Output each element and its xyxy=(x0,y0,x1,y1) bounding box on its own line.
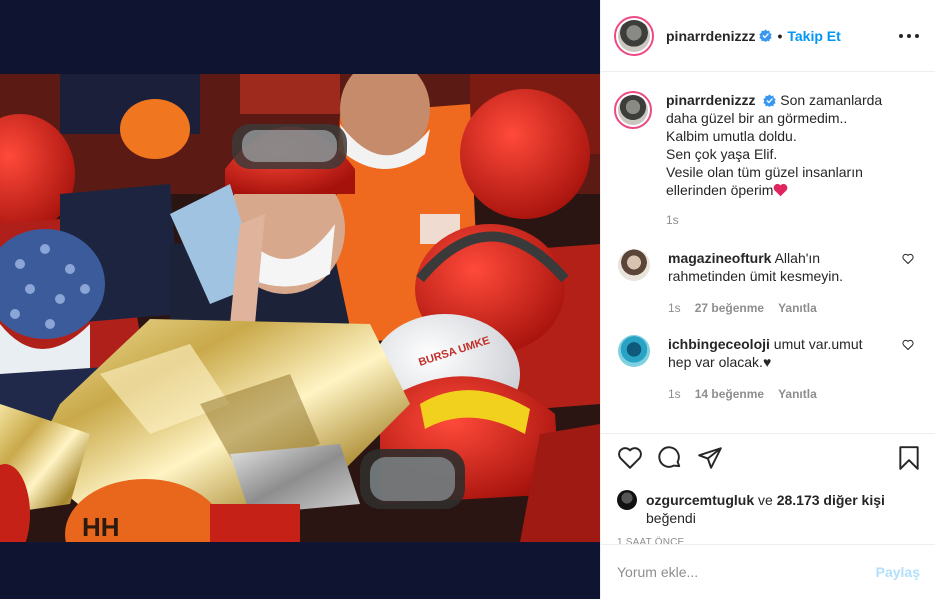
likes-others-link[interactable]: 28.173 diğer kişi xyxy=(777,492,885,508)
comment-time: 1s xyxy=(668,387,681,401)
post-media-panel: BURSA UMKE HH xyxy=(0,0,600,599)
caption-line: Sen çok yaşa Elif. xyxy=(666,146,778,162)
comment-likes-count[interactable]: 27 beğenme xyxy=(695,301,764,315)
heart-icon[interactable] xyxy=(617,445,643,471)
comment-input[interactable]: Yorum ekle... xyxy=(617,564,876,580)
post-caption: pinarrdenizzz Son zamanlarda daha güzel … xyxy=(614,91,920,229)
caption-line: Vesile olan tüm güzel insanların ellerin… xyxy=(666,164,863,198)
caption-line: Kalbim umutla doldu. xyxy=(666,128,797,144)
add-comment-bar: Yorum ekle... Paylaş xyxy=(601,544,935,599)
commenter-avatar[interactable] xyxy=(618,335,650,367)
post-comment-button[interactable]: Paylaş xyxy=(876,564,920,580)
share-icon[interactable] xyxy=(697,445,723,471)
save-icon[interactable] xyxy=(896,445,922,471)
author-username[interactable]: pinarrdenizzz xyxy=(666,28,755,44)
comment-icon[interactable] xyxy=(657,445,683,471)
caption-time: 1s xyxy=(666,213,679,227)
comment-reply-button[interactable]: Yanıtla xyxy=(778,301,817,315)
commenter-avatar[interactable] xyxy=(618,249,650,281)
separator-dot: • xyxy=(777,27,783,44)
liker-username[interactable]: ozgurcemtugluk xyxy=(646,492,754,508)
likes-suffix: beğendi xyxy=(646,510,696,526)
more-options-icon[interactable] xyxy=(899,33,919,38)
commenter-username[interactable]: magazineofturk xyxy=(668,250,771,266)
post-actions: ozgurcemtugluk ve 28.173 diğer kişi beğe… xyxy=(601,433,935,548)
comment-time: 1s xyxy=(668,301,681,315)
comment-reply-button[interactable]: Yanıtla xyxy=(778,387,817,401)
author-avatar[interactable] xyxy=(614,15,654,56)
comment-heart-icon[interactable] xyxy=(902,339,914,351)
likes-summary: ozgurcemtugluk ve 28.173 diğer kişi beğe… xyxy=(617,490,922,527)
likes-connector: ve xyxy=(758,492,773,508)
red-heart-emoji-icon xyxy=(774,183,788,197)
post-photo[interactable]: BURSA UMKE HH xyxy=(0,74,600,542)
comment-item: magazineofturk Allah'ın rahmetinden ümit… xyxy=(614,249,920,315)
helmet-hh-label: HH xyxy=(82,512,120,542)
post-header: pinarrdenizzz • Takip Et xyxy=(601,0,935,72)
caption-avatar[interactable] xyxy=(614,91,652,129)
verified-badge-icon xyxy=(763,94,777,107)
comment-heart-icon[interactable] xyxy=(902,253,914,265)
comments-section: pinarrdenizzz Son zamanlarda daha güzel … xyxy=(601,73,935,433)
follow-button[interactable]: Takip Et xyxy=(787,28,840,44)
comment-item: ichbingeceoloji umut var.umut hep var ol… xyxy=(614,335,920,401)
comment-likes-count[interactable]: 14 beğenme xyxy=(695,387,764,401)
verified-badge-icon xyxy=(759,29,773,42)
commenter-username[interactable]: ichbingeceoloji xyxy=(668,336,770,352)
caption-username[interactable]: pinarrdenizzz xyxy=(666,92,755,108)
post-side-panel: pinarrdenizzz • Takip Et pinarrdenizzz S… xyxy=(600,0,935,599)
liker-avatar[interactable] xyxy=(617,490,637,510)
rescue-scene-image: BURSA UMKE HH xyxy=(0,74,600,542)
